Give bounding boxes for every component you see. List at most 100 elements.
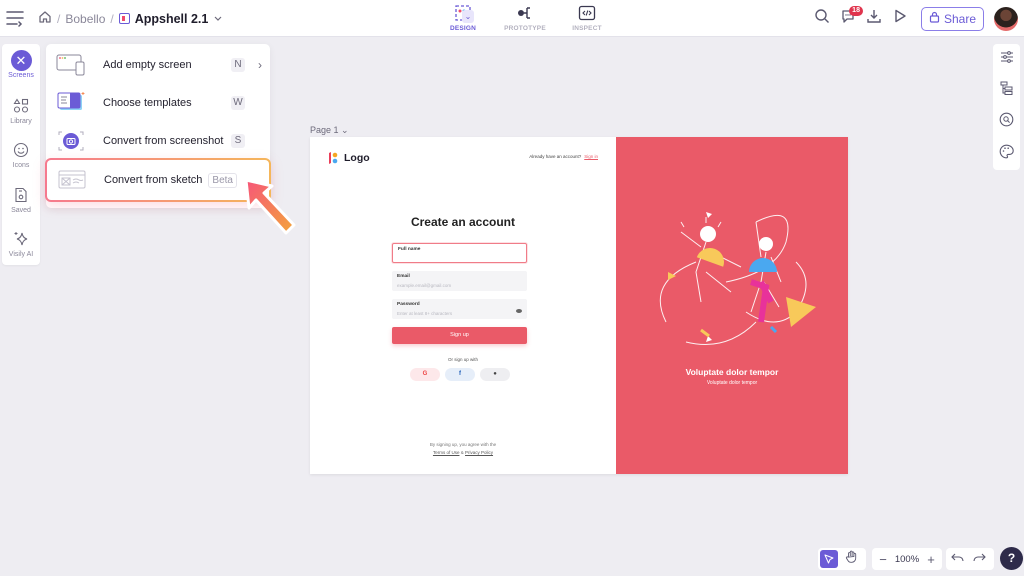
rail-item-library[interactable]: Library — [2, 96, 40, 125]
menu-toggle-icon[interactable] — [6, 9, 24, 27]
camera-icon — [56, 130, 86, 152]
right-rail — [993, 44, 1020, 170]
email-field[interactable]: Email example.email@gmail.com — [392, 271, 527, 291]
sparkle-icon — [2, 229, 40, 249]
shortcut-key: W — [231, 96, 245, 110]
help-button[interactable]: ? — [1000, 547, 1023, 570]
logo: Logo — [326, 151, 370, 165]
breadcrumb: / Bobello / Appshell 2.1 — [38, 10, 223, 27]
prototype-icon — [494, 4, 556, 22]
menu-item-choose-templates[interactable]: Choose templates W — [46, 84, 270, 122]
share-label: Share — [943, 11, 976, 26]
play-icon — [892, 8, 908, 29]
google-button[interactable]: G — [410, 368, 440, 381]
share-button[interactable]: Share — [920, 6, 984, 31]
tab-inspect-label: INSPECT — [572, 25, 602, 32]
field-label: Full name — [398, 247, 421, 252]
full-name-field[interactable]: Full name — [392, 243, 527, 263]
select-tool-button[interactable] — [818, 548, 840, 570]
components-button[interactable] — [993, 112, 1020, 132]
privacy-policy-link[interactable]: Privacy Policy — [465, 450, 493, 455]
facebook-button[interactable]: f — [445, 368, 475, 381]
add-screen-menu: Add empty screen N › Choose templates W … — [46, 44, 270, 208]
terms-of-use-link[interactable]: Terms of Use — [433, 450, 460, 455]
menu-item-label: Add empty screen — [103, 59, 192, 71]
tab-prototype[interactable]: PROTOTYPE — [494, 4, 556, 32]
chevron-down-icon: ⌄ — [341, 125, 349, 135]
component-search-icon — [999, 112, 1014, 132]
rail-item-saved[interactable]: Saved — [2, 185, 40, 214]
rail-label: Screens — [8, 72, 34, 79]
menu-item-convert-screenshot[interactable]: Convert from screenshot S — [46, 122, 270, 160]
zoom-level[interactable]: 100% — [894, 554, 920, 565]
eye-icon[interactable] — [516, 309, 522, 313]
menu-item-label: Convert from screenshot — [103, 135, 224, 147]
rail-item-visily-ai[interactable]: Visily AI — [2, 229, 40, 258]
field-label: Password — [397, 302, 420, 307]
field-placeholder: example.email@gmail.com — [397, 283, 452, 288]
sign-up-button[interactable]: Sign up — [392, 327, 527, 344]
history-controls — [946, 548, 994, 570]
breadcrumb-separator: / — [57, 11, 61, 26]
download-button[interactable] — [861, 6, 887, 32]
search-button[interactable] — [809, 6, 835, 32]
page-selector[interactable]: Page 1 ⌄ — [310, 125, 349, 136]
comments-button[interactable]: 18 — [835, 5, 863, 32]
already-have-account: Already have an account? Sign in — [529, 154, 598, 159]
avatar[interactable] — [994, 6, 1018, 31]
hand-icon — [845, 550, 858, 568]
tab-inspect[interactable]: INSPECT — [556, 4, 618, 32]
redo-button[interactable] — [968, 548, 990, 570]
design-dropdown-button[interactable]: ⌄ — [462, 10, 474, 23]
design-screen-frame[interactable]: Logo Already have an account? Sign in Cre… — [310, 137, 848, 474]
already-text: Already have an account? — [529, 154, 582, 159]
rail-label: Visily AI — [8, 251, 34, 258]
zoom-in-button[interactable]: + — [920, 548, 942, 570]
lock-icon — [929, 11, 940, 26]
minus-icon: − — [879, 551, 887, 567]
shortcut-key: N — [231, 58, 245, 72]
apple-button[interactable]: ● — [480, 368, 510, 381]
pointer-arrow-icon — [240, 176, 302, 246]
terms-text: By signing up, you agree with the Terms … — [310, 441, 616, 457]
close-icon[interactable]: ✕ — [10, 49, 32, 71]
home-icon[interactable] — [38, 10, 52, 27]
saved-icon — [2, 185, 40, 205]
undo-button[interactable] — [946, 548, 968, 570]
templates-icon — [56, 92, 86, 114]
breadcrumb-workspace[interactable]: Bobello — [65, 12, 105, 26]
mode-switcher: DESIGN PROTOTYPE INSPECT — [432, 4, 618, 32]
redo-icon — [972, 550, 986, 568]
left-rail: ✕ Screens Library Icons Saved Visily AI — [2, 44, 40, 265]
field-label: Email — [397, 274, 410, 279]
theme-button[interactable] — [993, 144, 1020, 164]
tool-group — [818, 548, 866, 570]
library-icon — [2, 96, 40, 116]
hand-tool-button[interactable] — [840, 548, 862, 570]
layers-button[interactable] — [993, 80, 1020, 100]
rail-label: Library — [10, 118, 32, 125]
menu-item-convert-sketch[interactable]: Convert from sketch Beta — [45, 158, 271, 202]
apple-icon: ● — [493, 371, 497, 377]
rail-item-icons[interactable]: Icons — [2, 140, 40, 169]
zoom-out-button[interactable]: − — [872, 548, 894, 570]
ampersand: & — [460, 450, 464, 455]
dancing-people-illustration — [659, 212, 816, 345]
smiley-icon — [2, 140, 40, 160]
plus-icon: + — [927, 551, 935, 567]
or-sign-up-text: Or sign up with — [447, 357, 478, 362]
rail-item-screens[interactable]: ✕ Screens — [2, 49, 40, 79]
search-icon — [814, 8, 830, 29]
facebook-icon: f — [459, 371, 461, 377]
password-field[interactable]: Password Enter at least 8+ characters — [392, 299, 527, 319]
empty-screen-icon — [56, 54, 86, 76]
chevron-down-icon[interactable] — [213, 12, 223, 26]
project-name[interactable]: Appshell 2.1 — [135, 12, 209, 26]
sketch-icon — [57, 169, 87, 191]
properties-button[interactable] — [993, 49, 1020, 69]
play-button[interactable] — [887, 6, 913, 32]
hero-title: Voluptate dolor tempor — [685, 367, 779, 377]
rail-label: Saved — [11, 207, 31, 214]
menu-item-add-empty-screen[interactable]: Add empty screen N › — [46, 46, 270, 84]
sign-in-link[interactable]: Sign in — [584, 154, 598, 159]
